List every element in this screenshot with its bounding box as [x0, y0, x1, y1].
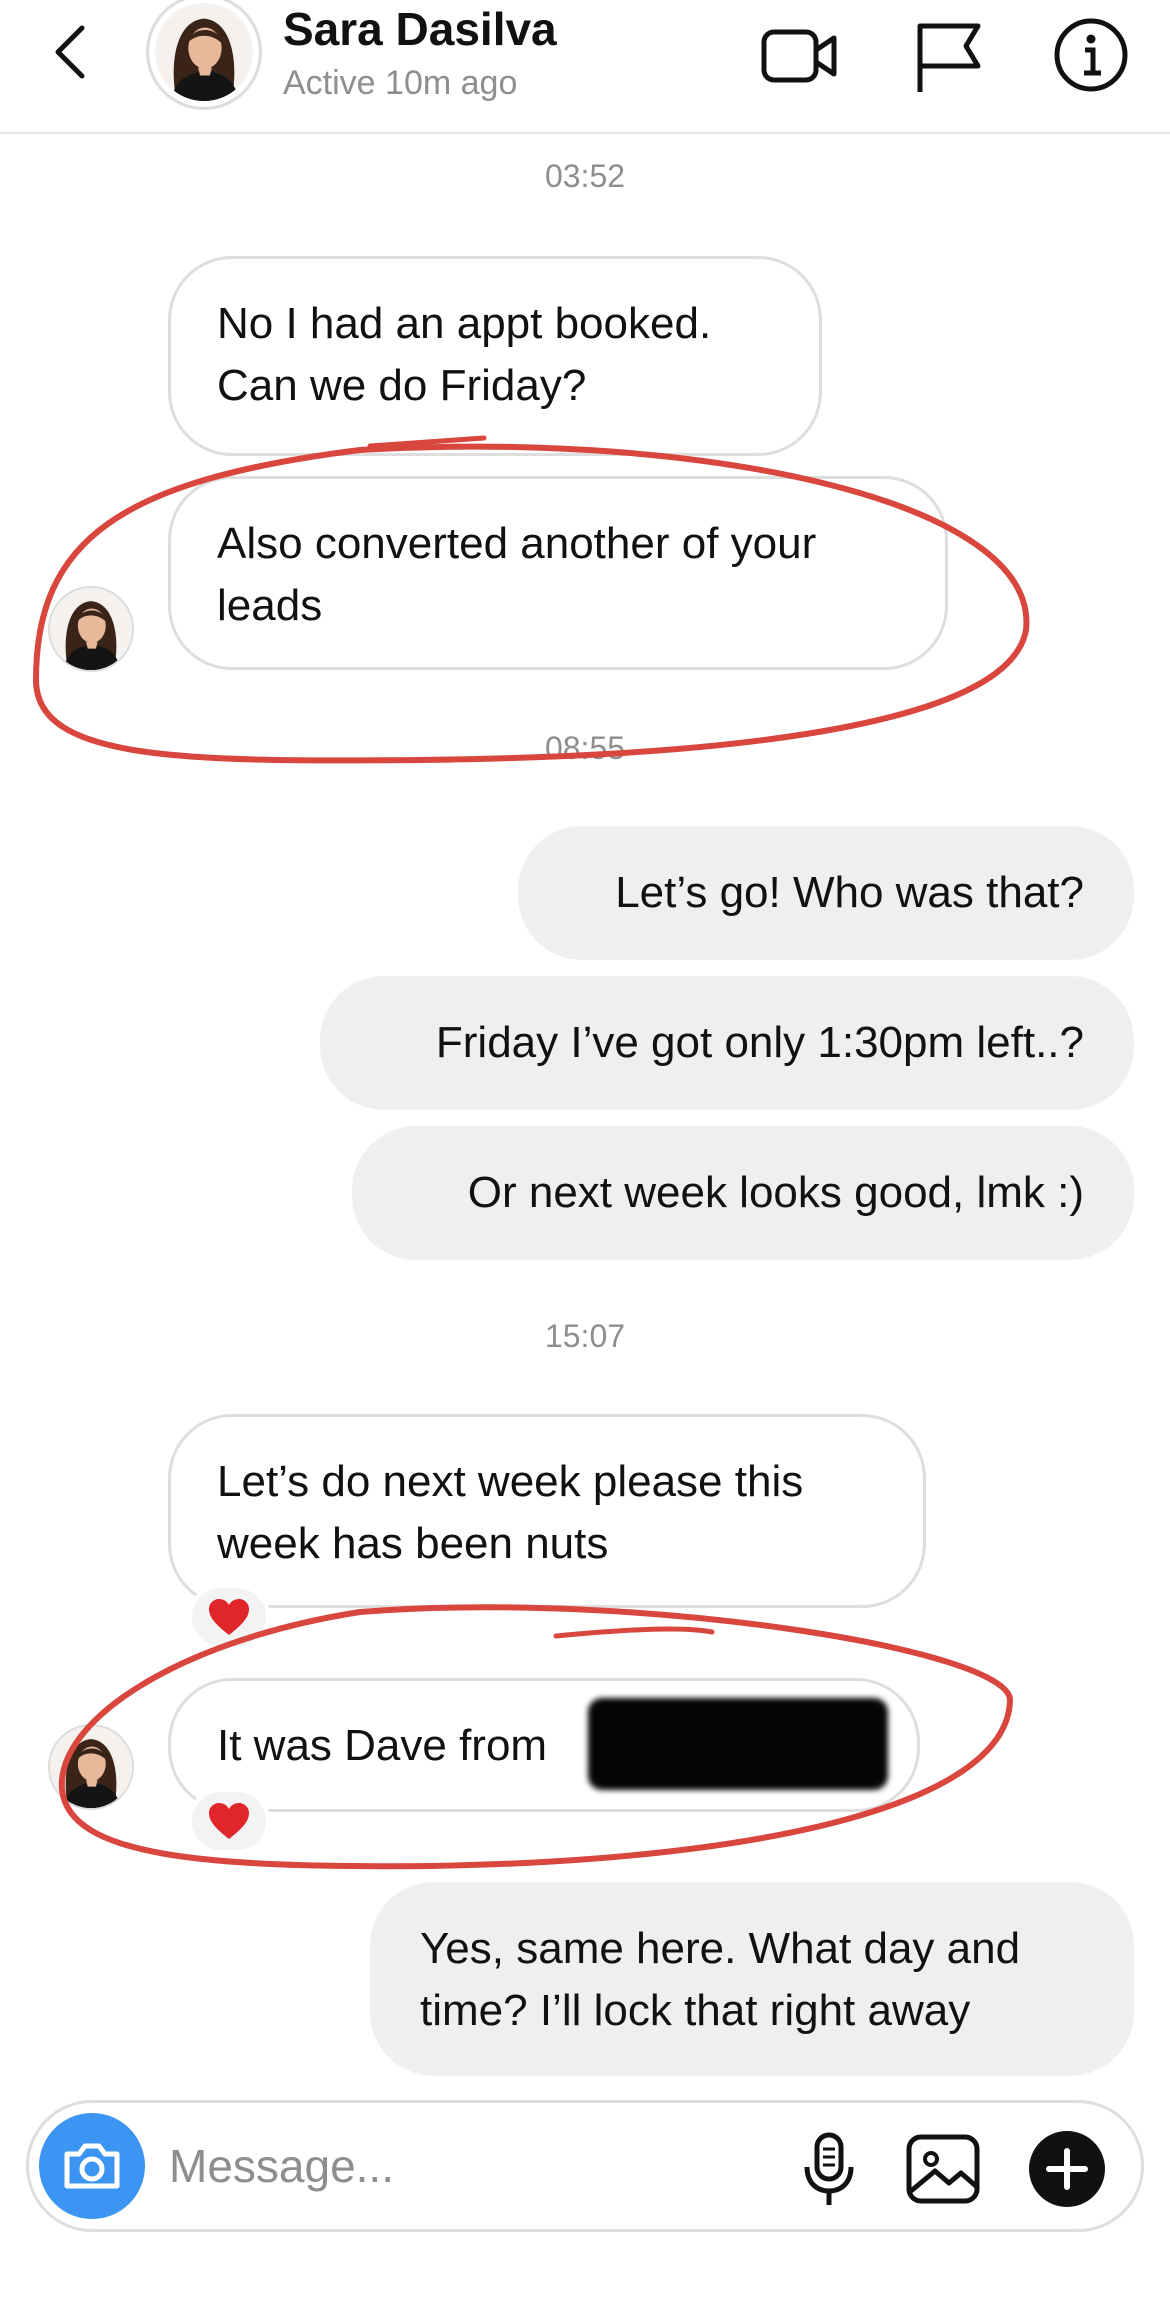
- message-input[interactable]: [169, 2131, 669, 2201]
- outgoing-message[interactable]: Yes, same here. What day and time? I’ll …: [370, 1882, 1134, 2076]
- message-line: Let’s do next week please this: [217, 1457, 804, 1506]
- video-call-icon[interactable]: [756, 12, 842, 98]
- incoming-message[interactable]: Also converted another of your leads: [168, 476, 948, 670]
- heart-reaction[interactable]: [188, 1788, 270, 1854]
- message-line: Or next week looks good, lmk :): [467, 1168, 1084, 1217]
- outgoing-message[interactable]: Let’s go! Who was that?: [518, 826, 1134, 960]
- chat-header: Sara Dasilva Active 10m ago: [0, 0, 1170, 134]
- flag-icon[interactable]: [906, 12, 992, 98]
- message-line: Can we do Friday?: [217, 361, 587, 410]
- message-line: leads: [217, 581, 323, 630]
- message-line: No I had an appt booked.: [217, 299, 712, 348]
- sender-avatar[interactable]: [48, 1724, 134, 1810]
- heart-icon: [209, 1599, 249, 1635]
- camera-icon[interactable]: [39, 2113, 145, 2219]
- heart-icon: [209, 1803, 249, 1839]
- incoming-message[interactable]: Let’s do next week please this week has …: [168, 1414, 926, 1608]
- message-line: Friday I’ve got only 1:30pm left..?: [435, 1018, 1084, 1067]
- contact-name[interactable]: Sara Dasilva: [283, 2, 557, 56]
- message-line: Let’s go! Who was that?: [615, 868, 1084, 917]
- timestamp: 03:52: [544, 158, 626, 194]
- gallery-icon[interactable]: [901, 2127, 985, 2211]
- info-icon[interactable]: [1048, 12, 1134, 98]
- heart-reaction[interactable]: [188, 1584, 270, 1650]
- plus-icon[interactable]: [1025, 2127, 1109, 2211]
- outgoing-message[interactable]: Or next week looks good, lmk :): [352, 1126, 1134, 1260]
- message-line: week has been nuts: [217, 1519, 609, 1568]
- annotation-stroke: [553, 1626, 715, 1639]
- back-chevron-icon[interactable]: [44, 12, 104, 92]
- sender-avatar[interactable]: [48, 586, 134, 672]
- message-composer: [26, 2100, 1144, 2232]
- message-line: Yes, same here. What day and: [420, 1924, 1021, 1973]
- contact-avatar[interactable]: [146, 0, 262, 110]
- timestamp: 08:55: [544, 730, 626, 766]
- contact-status: Active 10m ago: [283, 64, 518, 102]
- message-line: Also converted another of your: [217, 519, 817, 568]
- redaction-mark: [588, 1698, 888, 1790]
- message-line: time? I’ll lock that right away: [420, 1986, 971, 2035]
- incoming-message[interactable]: No I had an appt booked. Can we do Frida…: [168, 256, 822, 456]
- outgoing-message[interactable]: Friday I’ve got only 1:30pm left..?: [320, 976, 1134, 1110]
- microphone-icon[interactable]: [787, 2127, 871, 2211]
- timestamp: 15:07: [544, 1318, 626, 1354]
